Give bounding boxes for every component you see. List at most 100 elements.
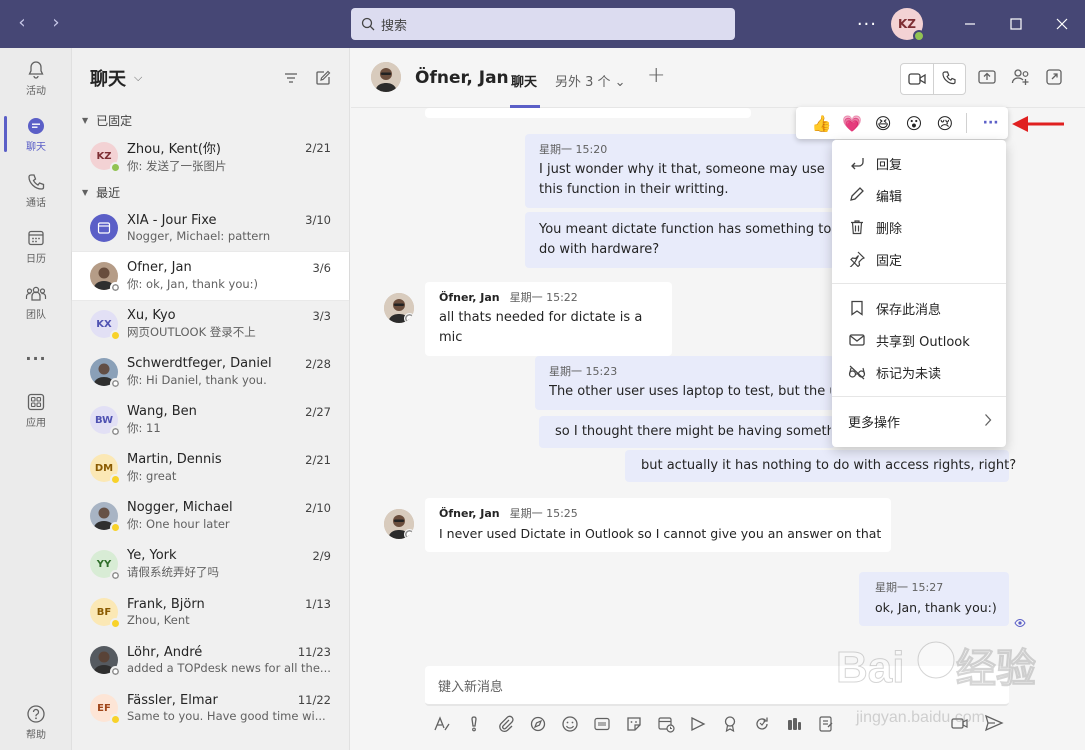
red-arrow-icon — [1012, 116, 1064, 132]
more-actions-icon[interactable]: ··· — [973, 115, 1008, 131]
stream-icon[interactable] — [688, 714, 708, 734]
format-icon[interactable] — [432, 714, 452, 734]
loop-icon[interactable] — [528, 714, 548, 734]
gif-icon[interactable] — [592, 714, 612, 734]
reaction-laugh-icon[interactable]: 😆 — [868, 114, 899, 133]
chat-item-text: Öfner, Jan 你: ok, Jan, thank you:) — [127, 260, 332, 292]
close-button[interactable] — [1039, 0, 1085, 48]
menu-item-share-outlook[interactable]: 共享到 Outlook — [848, 328, 970, 352]
chat-list-item[interactable]: DM Martin, Dennis 你: great 2/21 — [72, 444, 349, 492]
add-people-icon[interactable] — [1011, 68, 1031, 86]
menu-item-delete[interactable]: 删除 — [848, 215, 902, 239]
important-icon[interactable] — [464, 714, 484, 734]
avatar — [90, 646, 121, 677]
search-box[interactable]: 搜索 — [351, 8, 735, 40]
chat-list-title[interactable]: 聊天 — [90, 65, 126, 91]
emoji-icon[interactable] — [560, 714, 580, 734]
add-tab-button[interactable]: + — [647, 63, 665, 88]
menu-item-save[interactable]: 保存此消息 — [848, 296, 941, 320]
menu-item-edit[interactable]: 编辑 — [848, 183, 902, 207]
video-call-button[interactable] — [901, 64, 933, 94]
section-recent[interactable]: ▼ 最近 — [72, 180, 349, 204]
rail-item-apps[interactable]: 应用 — [0, 382, 72, 438]
message-bubble[interactable]: You meant dictate function has something… — [525, 212, 835, 268]
rail-item-help[interactable]: 帮助 — [0, 694, 72, 750]
chat-list-item[interactable]: EF Fässler, Elmar Same to you. Have good t… — [72, 684, 349, 732]
chat-list-item[interactable]: YY Ye, York 请假系统弄好了吗 2/9 — [72, 540, 349, 588]
menu-item-more-actions[interactable]: 更多操作 — [848, 409, 900, 433]
svg-text:jingyan.baidu.com: jingyan.baidu.com — [855, 709, 985, 726]
more-options-icon[interactable]: ··· — [857, 14, 877, 35]
rail-item-more[interactable]: ··· — [0, 330, 72, 386]
avatar — [90, 358, 121, 389]
chat-list-pane: 聊天 ⌵ ▼ 已固定 KZ Zhou, Kent(你) 你: 发送了一张图片 2/21 … — [72, 48, 350, 750]
forms-icon[interactable] — [816, 714, 836, 734]
chat-list-item[interactable]: Löhr, André added a TOPdesk news for all … — [72, 636, 349, 684]
message-bubble[interactable]: Öfner, Jan 星期一 15:22 all thats needed for… — [425, 282, 672, 356]
rail-item-activity[interactable]: 活动 — [0, 50, 72, 106]
forward-arrow-icon[interactable]: › — [48, 12, 64, 33]
menu-item-reply[interactable]: 回复 — [848, 151, 902, 175]
audio-call-button[interactable] — [932, 64, 965, 94]
chat-list-item[interactable]: Schwerdtfeger, Daniel 你: Hi Daniel, thank… — [72, 348, 349, 396]
chat-list-item[interactable]: BF Frank, Björn Zhou, Kent 1/13 — [72, 588, 349, 636]
rail-item-chat[interactable]: 聊天 — [0, 106, 72, 162]
chat-item-date: 2/10 — [305, 501, 331, 515]
chat-list-item[interactable]: KZ Zhou, Kent(你) 你: 发送了一张图片 2/21 — [72, 132, 349, 180]
sender-avatar[interactable] — [384, 509, 414, 539]
back-arrow-icon[interactable]: ‹ — [14, 12, 30, 33]
more-tabs-dropdown[interactable]: 另外 3 个 ⌄ — [555, 71, 626, 90]
menu-label: 共享到 Outlook — [876, 334, 970, 350]
chevron-down-icon[interactable]: ⌵ — [134, 71, 142, 85]
chat-list-item[interactable]: BW Wang, Ben 你: 11 2/27 — [72, 396, 349, 444]
rail-item-calendar[interactable]: 日历 — [0, 218, 72, 274]
sender-avatar[interactable] — [384, 293, 414, 323]
contact-avatar[interactable] — [371, 62, 401, 92]
sticker-icon[interactable] — [624, 714, 644, 734]
minimize-icon — [965, 23, 975, 25]
minimize-button[interactable] — [947, 0, 993, 48]
message-bubble[interactable]: 星期一 15:27 ok, Jan, thank you:) — [859, 572, 1009, 626]
message-bubble-partial[interactable] — [425, 108, 751, 118]
chat-item-name: Nogger, Michael — [127, 500, 233, 515]
message-bubble[interactable]: Öfner, Jan 星期一 15:25 I never used Dictate… — [425, 498, 891, 552]
rail-item-calls[interactable]: 通话 — [0, 162, 72, 218]
user-avatar[interactable]: KZ — [891, 8, 925, 42]
message-bubble[interactable]: 星期一 15:20 I just wonder why it that, som… — [525, 134, 835, 208]
pop-out-icon[interactable] — [1045, 68, 1063, 86]
reaction-like-icon[interactable]: 👍 — [806, 114, 837, 133]
reaction-heart-icon[interactable]: 💗 — [837, 114, 868, 133]
menu-item-mark-unread[interactable]: 标记为未读 — [848, 360, 941, 384]
chat-list-header: 聊天 ⌵ — [72, 48, 349, 108]
message-bubble[interactable]: but actually it has nothing to do with a… — [625, 450, 1016, 482]
rail-item-teams[interactable]: 团队 — [0, 274, 72, 330]
chat-list-item[interactable]: Nogger, Michael 你: One hour later 2/10 — [72, 492, 349, 540]
attach-icon[interactable] — [496, 714, 516, 734]
chat-list-actions — [283, 70, 331, 86]
message-bubble[interactable]: so I thought there might be having somet… — [539, 416, 835, 448]
menu-item-pin[interactable]: 固定 — [848, 247, 902, 271]
message-bubble[interactable]: 星期一 15:23 The other user uses laptop to … — [535, 356, 835, 410]
reaction-surprised-icon[interactable]: 😮 — [899, 114, 930, 133]
chat-list-item[interactable]: XIA - Jour Fixe Nogger, Michael: pattern 3… — [72, 204, 349, 252]
chat-list-item[interactable]: Öfner, Jan 你: ok, Jan, thank you:) 3/6 — [72, 252, 349, 300]
refresh-icon[interactable] — [752, 714, 772, 734]
trash-icon — [851, 220, 863, 235]
new-chat-icon[interactable] — [315, 70, 331, 86]
schedule-meeting-icon[interactable] — [656, 714, 676, 734]
share-screen-icon[interactable] — [977, 68, 997, 86]
section-pinned[interactable]: ▼ 已固定 — [72, 108, 349, 132]
maximize-button[interactable] — [993, 0, 1039, 48]
chat-item-name: Xu, Kyo — [127, 308, 176, 323]
app-rail: 活动 聊天 通话 日历 团队 ··· 应用 帮助 — [0, 48, 72, 750]
praise-icon[interactable] — [720, 714, 740, 734]
tab-chat[interactable]: 聊天 — [511, 71, 537, 90]
filter-icon[interactable] — [283, 70, 299, 86]
reaction-sad-icon[interactable]: 😢 — [929, 114, 960, 133]
app-icon[interactable] — [784, 714, 804, 734]
avatar: BF — [90, 598, 121, 629]
chat-item-date: 2/9 — [312, 549, 331, 563]
chat-list-item[interactable]: KX Xu, Kyo 网页OUTLOOK 登录不上 3/3 — [72, 300, 349, 348]
chat-item-date: 2/21 — [305, 453, 331, 467]
pinned-list: KZ Zhou, Kent(你) 你: 发送了一张图片 2/21 — [72, 132, 349, 180]
